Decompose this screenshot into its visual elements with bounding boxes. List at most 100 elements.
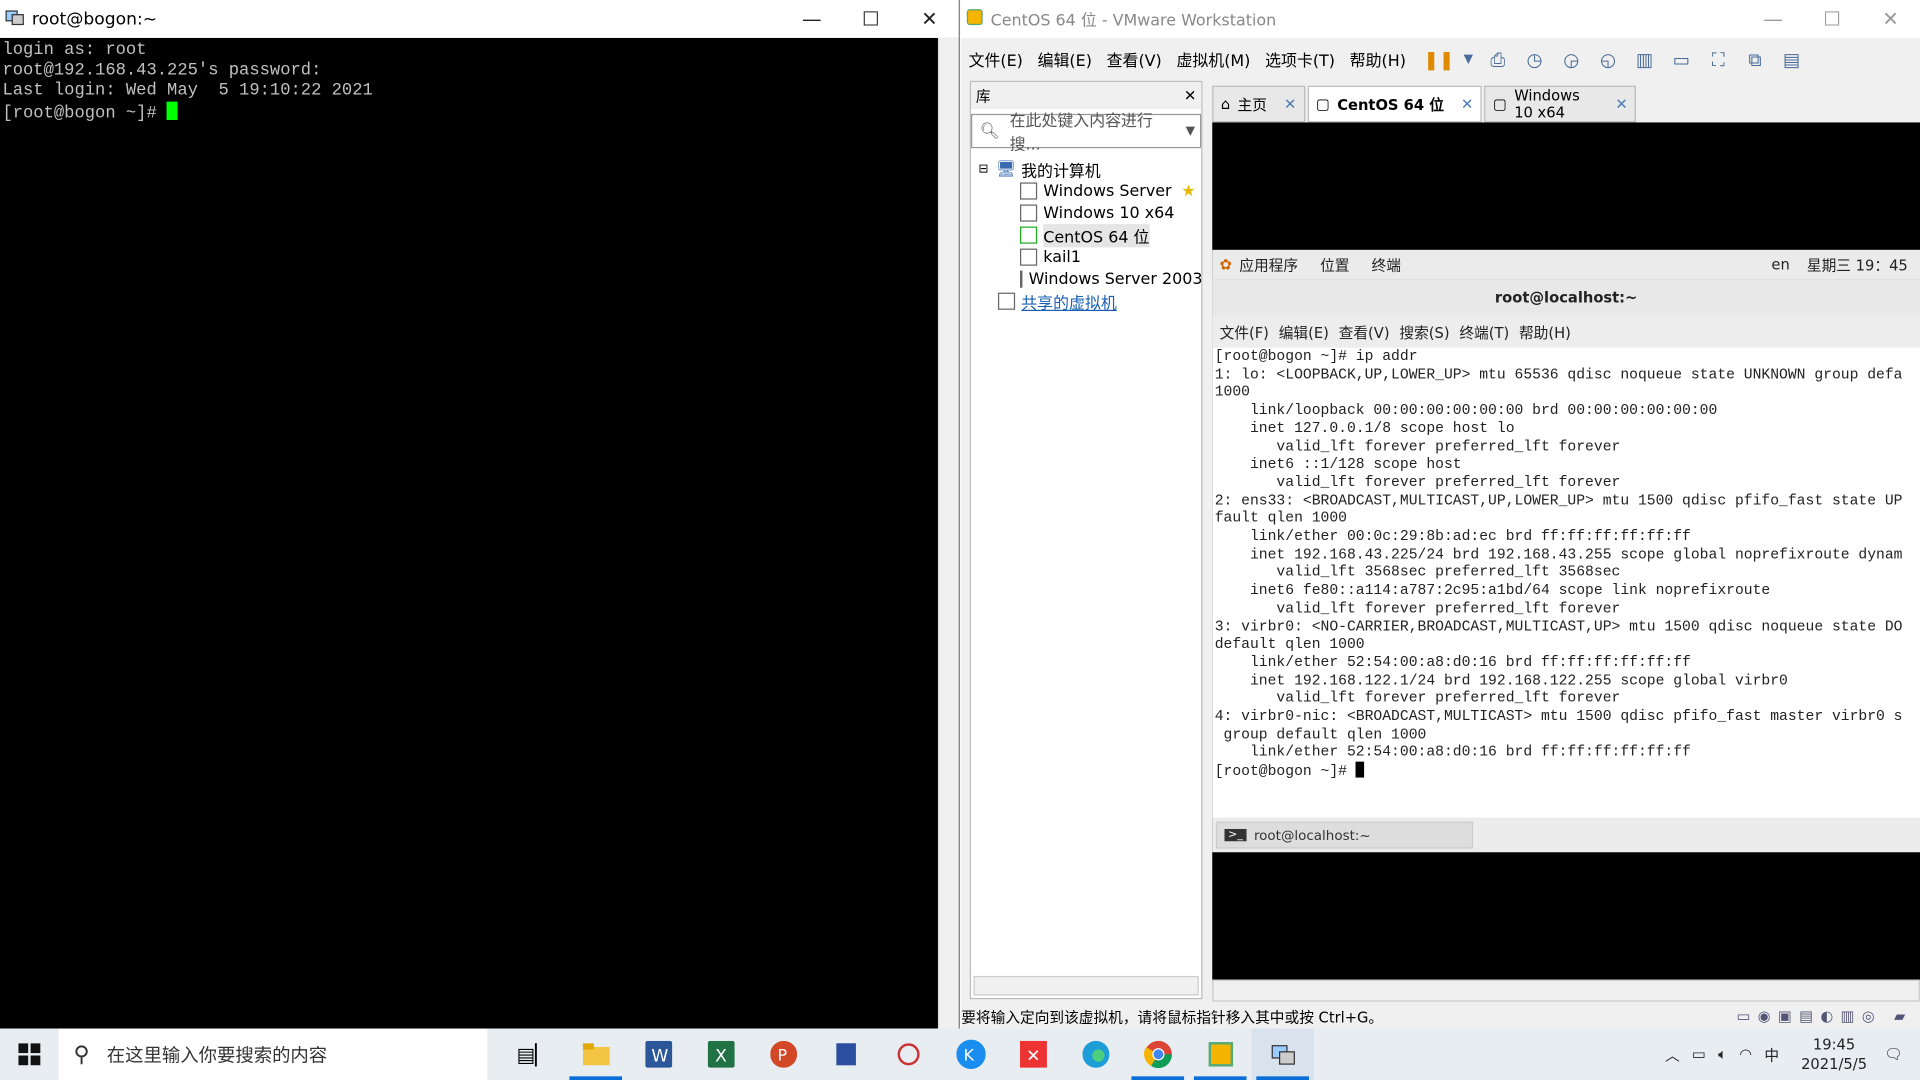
terminal-line: valid_lft forever preferred_lft forever: [1214, 437, 1621, 455]
notification-center-icon[interactable]: 🗨︎: [1884, 1046, 1903, 1063]
panel-clock[interactable]: 星期三 19：45: [1807, 254, 1908, 275]
panel-apps-menu[interactable]: 应用程序: [1239, 254, 1298, 275]
dropdown-icon[interactable]: ▼: [1462, 46, 1474, 73]
volume-icon[interactable]: 🔈︎: [1718, 1045, 1727, 1063]
tree-item-vm[interactable]: Windows Server ★: [971, 180, 1201, 202]
close-icon[interactable]: ✕: [1184, 87, 1196, 104]
guest-window-title[interactable]: root@localhost:~: [1212, 279, 1920, 316]
terminal-line: valid_lft 3568sec preferred_lft 3568sec: [1214, 563, 1621, 581]
show-hidden-icons-icon[interactable]: ︿: [1665, 1044, 1680, 1065]
vm-icon: ▢: [1492, 95, 1507, 113]
kugou-icon[interactable]: K: [939, 1029, 1001, 1080]
tree-item-shared[interactable]: 共享的虚拟机: [971, 290, 1201, 313]
guest-menu-help[interactable]: 帮助(H): [1519, 321, 1571, 342]
unity-icon[interactable]: ⧉: [1741, 46, 1768, 73]
tab-centos[interactable]: ▢ CentOS 64 位 ✕: [1307, 85, 1482, 123]
excel-icon[interactable]: X: [689, 1029, 751, 1080]
maximize-button[interactable]: ☐: [1802, 0, 1861, 38]
vm-tabs: ⌂ 主页 ✕ ▢ CentOS 64 位 ✕ ▢ Windows 10 x64 ✕: [1212, 85, 1920, 123]
library-search-input[interactable]: 🔍︎ 在此处键入内容进行搜... ▼: [971, 113, 1202, 154]
menu-edit[interactable]: 编辑(E): [1030, 48, 1099, 71]
putty-scrollbar[interactable]: [937, 37, 959, 1029]
start-button[interactable]: [0, 1029, 59, 1080]
maximize-button[interactable]: ☐: [841, 0, 900, 38]
pause-icon[interactable]: ❚❚: [1424, 46, 1455, 73]
minimize-button[interactable]: —: [782, 0, 841, 38]
tree-item-vm[interactable]: Windows Server 2003: [971, 268, 1201, 290]
chrome-icon[interactable]: [1127, 1029, 1189, 1080]
close-button[interactable]: ✕: [1861, 0, 1920, 38]
menu-vm[interactable]: 虚拟机(M): [1169, 48, 1258, 71]
guest-menu-terminal[interactable]: 终端(T): [1459, 321, 1509, 342]
tree-item-vm[interactable]: Windows 10 x64: [971, 202, 1201, 224]
console-view-icon[interactable]: ▤: [1778, 46, 1805, 73]
favorite-star-icon: ★: [1181, 181, 1196, 201]
guest-task-item[interactable]: >_ root@localhost:~: [1215, 821, 1474, 849]
search-icon: ⚲: [73, 1041, 90, 1068]
console-scrollbar[interactable]: [1212, 979, 1920, 1002]
thumbnail-view-icon[interactable]: ▭: [1668, 46, 1695, 73]
terminal-prompt: [root@bogon ~]#: [2, 103, 168, 124]
panel-places-menu[interactable]: 位置: [1320, 254, 1349, 275]
vm-console[interactable]: ✿ 应用程序 位置 终端 en 星期三 19：45 root@localhost…: [1212, 122, 1920, 983]
menu-file[interactable]: 文件(E): [961, 48, 1030, 71]
ime-indicator[interactable]: 中: [1764, 1044, 1779, 1065]
close-icon[interactable]: ✕: [1615, 96, 1627, 113]
snapshot-revert-icon[interactable]: ◶: [1558, 46, 1585, 73]
guest-terminal-output[interactable]: [root@bogon ~]# ip addr 1: lo: <LOOPBACK,…: [1212, 348, 1920, 818]
tree-item-my-computer[interactable]: ⊟ 🖥︎ 我的计算机: [971, 158, 1201, 181]
snapshot-icon[interactable]: ◷: [1521, 46, 1548, 73]
device-icons[interactable]: ▭◉▣▤◐▥◎ ▰: [1737, 1008, 1913, 1025]
putty-taskbar-icon[interactable]: [1251, 1028, 1314, 1080]
app-icon[interactable]: [814, 1029, 876, 1080]
vm-running-icon: [1020, 226, 1038, 244]
tree-item-vm[interactable]: kail1: [971, 246, 1201, 268]
computer-icon: 🖥︎: [995, 159, 1017, 179]
snipping-tool-icon[interactable]: [877, 1029, 939, 1080]
library-scrollbar[interactable]: [973, 975, 1199, 996]
word-icon[interactable]: W: [627, 1029, 689, 1080]
taskbar-search-input[interactable]: ⚲ 在这里输入你要搜索的内容: [58, 1028, 488, 1080]
terminal-line: inet 192.168.43.225/24 brd 192.168.43.25…: [1214, 545, 1903, 563]
tab-home[interactable]: ⌂ 主页 ✕: [1212, 85, 1305, 123]
wifi-icon[interactable]: ◠: [1739, 1046, 1752, 1063]
file-explorer-icon[interactable]: [564, 1029, 626, 1080]
tree-item-vm-selected[interactable]: CentOS 64 位: [971, 223, 1201, 247]
minimize-button[interactable]: —: [1744, 0, 1803, 38]
menu-view[interactable]: 查看(V): [1099, 48, 1169, 71]
guest-menu-view[interactable]: 查看(V): [1339, 321, 1390, 342]
library-view-icon[interactable]: ▥: [1631, 46, 1658, 73]
panel-terminal-menu[interactable]: 终端: [1372, 254, 1401, 275]
guest-menu-edit[interactable]: 编辑(E): [1279, 321, 1329, 342]
guest-menu-search[interactable]: 搜索(S): [1399, 321, 1449, 342]
guest-menu-file[interactable]: 文件(F): [1220, 321, 1269, 342]
vmware-titlebar[interactable]: CentOS 64 位 - VMware Workstation — ☐ ✕: [961, 0, 1920, 38]
battery-icon[interactable]: ▭: [1692, 1046, 1706, 1063]
vmware-taskbar-icon[interactable]: [1189, 1029, 1251, 1080]
collapse-icon[interactable]: ⊟: [978, 162, 988, 175]
taskbar-clock[interactable]: 19:45 2021/5/5: [1801, 1035, 1867, 1074]
fullscreen-icon[interactable]: ⛶: [1705, 46, 1732, 73]
panel-lang[interactable]: en: [1771, 256, 1789, 273]
putty-window: root@bogon:~ — ☐ ✕ login as: root root@19…: [0, 0, 961, 1029]
send-ctrl-alt-del-icon[interactable]: ⎙: [1484, 46, 1511, 73]
chevron-down-icon[interactable]: ▼: [1186, 124, 1195, 137]
close-button[interactable]: ✕: [900, 0, 959, 38]
task-view-icon[interactable]: ▤▏: [502, 1029, 564, 1080]
menu-tabs[interactable]: 选项卡(T): [1258, 48, 1343, 71]
powerpoint-icon[interactable]: P: [752, 1029, 814, 1080]
close-icon[interactable]: ✕: [1461, 96, 1473, 113]
menu-help[interactable]: 帮助(H): [1342, 48, 1413, 71]
terminal-line: valid_lft forever preferred_lft forever: [1214, 689, 1621, 707]
close-icon[interactable]: ✕: [1284, 96, 1296, 113]
vmware-title: CentOS 64 位 - VMware Workstation: [990, 12, 1277, 31]
putty-terminal[interactable]: login as: root root@192.168.43.225's pass…: [2, 40, 939, 1027]
snapshot-manager-icon[interactable]: ◵: [1594, 46, 1621, 73]
search-icon: 🔍︎: [979, 121, 1000, 141]
terminal-line: inet 127.0.0.1/8 scope host lo: [1214, 419, 1515, 437]
tab-windows10[interactable]: ▢ Windows 10 x64 ✕: [1484, 85, 1637, 123]
xmind-icon[interactable]: ✕: [1002, 1029, 1064, 1080]
putty-titlebar[interactable]: root@bogon:~ — ☐ ✕: [0, 0, 959, 38]
terminal-prompt-line: [root@bogon ~]#: [1215, 761, 1920, 781]
edge-icon[interactable]: [1064, 1029, 1126, 1080]
